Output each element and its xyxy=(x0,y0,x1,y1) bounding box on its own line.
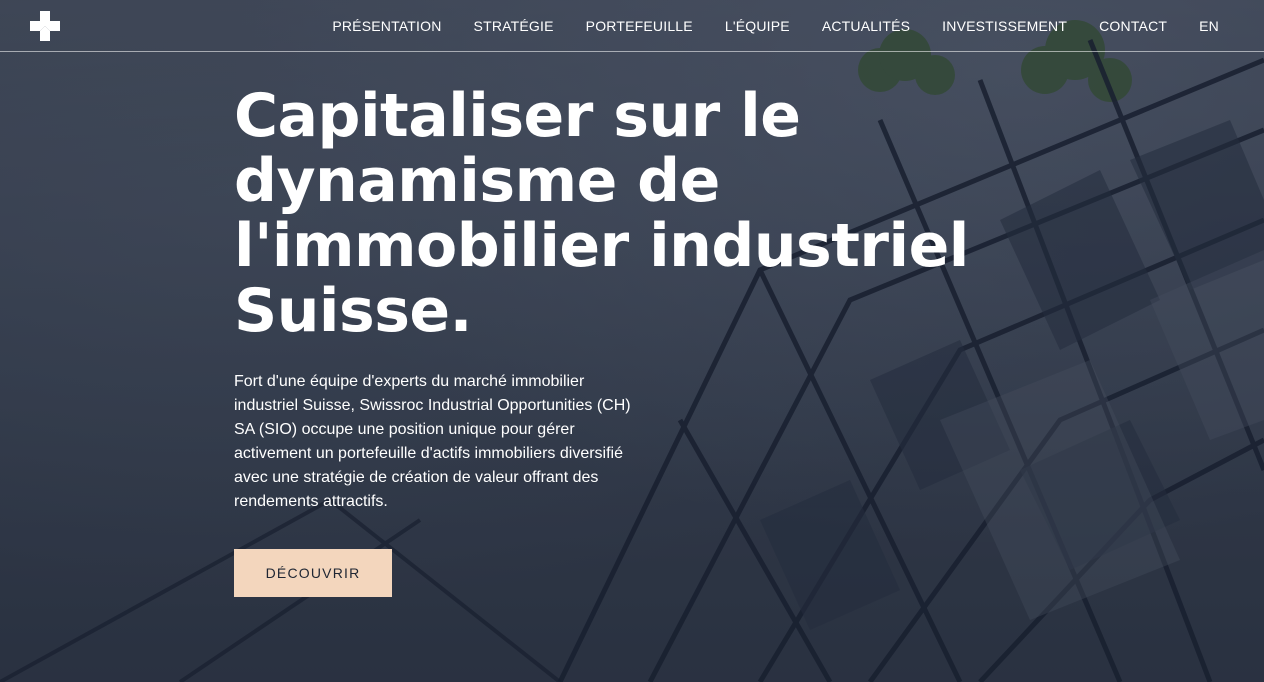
hero-title-line: Capitaliser sur le xyxy=(234,81,801,151)
nav-item-actualites[interactable]: ACTUALITÉS xyxy=(822,18,910,34)
site-header: PRÉSENTATION STRATÉGIE PORTEFEUILLE L'ÉQ… xyxy=(0,0,1264,52)
nav-item-presentation[interactable]: PRÉSENTATION xyxy=(332,18,441,34)
hero-title: Capitaliser sur le dynamisme de l'immobi… xyxy=(234,84,1034,344)
nav-item-investissement[interactable]: INVESTISSEMENT xyxy=(942,18,1067,34)
hero-title-line: Suisse. xyxy=(234,276,472,346)
nav-item-contact[interactable]: CONTACT xyxy=(1099,18,1167,34)
discover-button[interactable]: DÉCOUVRIR xyxy=(234,549,392,597)
hero-title-line: dynamisme de xyxy=(234,146,720,216)
logo-link[interactable] xyxy=(30,11,60,41)
hero-description: Fort d'une équipe d'experts du marché im… xyxy=(234,373,631,510)
nav-item-strategie[interactable]: STRATÉGIE xyxy=(474,18,554,34)
swissroc-logo-icon xyxy=(30,11,60,41)
hero-title-line: l'immobilier industriel xyxy=(234,211,969,281)
page: PRÉSENTATION STRATÉGIE PORTEFEUILLE L'ÉQ… xyxy=(0,0,1264,682)
main-nav: PRÉSENTATION STRATÉGIE PORTEFEUILLE L'ÉQ… xyxy=(332,0,1219,52)
nav-item-portefeuille[interactable]: PORTEFEUILLE xyxy=(586,18,693,34)
language-switch-en[interactable]: EN xyxy=(1199,18,1219,34)
nav-item-equipe[interactable]: L'ÉQUIPE xyxy=(725,18,790,34)
